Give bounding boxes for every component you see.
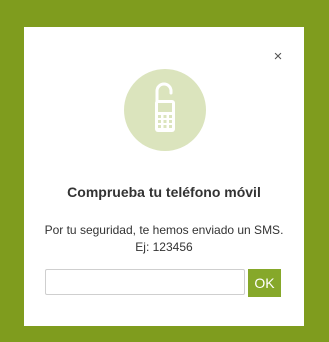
close-button[interactable]: × [271,49,285,64]
phone-lock-badge [124,69,206,151]
dialog-message: Por tu seguridad, te hemos enviado un SM… [24,222,304,256]
sms-verification-dialog: × Comprueba tu teléfono móvil Por tu seg… [24,27,304,326]
message-line-1: Por tu seguridad, te hemos enviado un SM… [44,223,284,237]
message-line-2: Ej: 123456 [135,240,193,254]
ok-button[interactable]: OK [248,269,281,297]
sms-code-input[interactable] [45,269,245,295]
dialog-title: Comprueba tu teléfono móvil [67,184,261,200]
unlocked-phone-icon [124,69,206,151]
